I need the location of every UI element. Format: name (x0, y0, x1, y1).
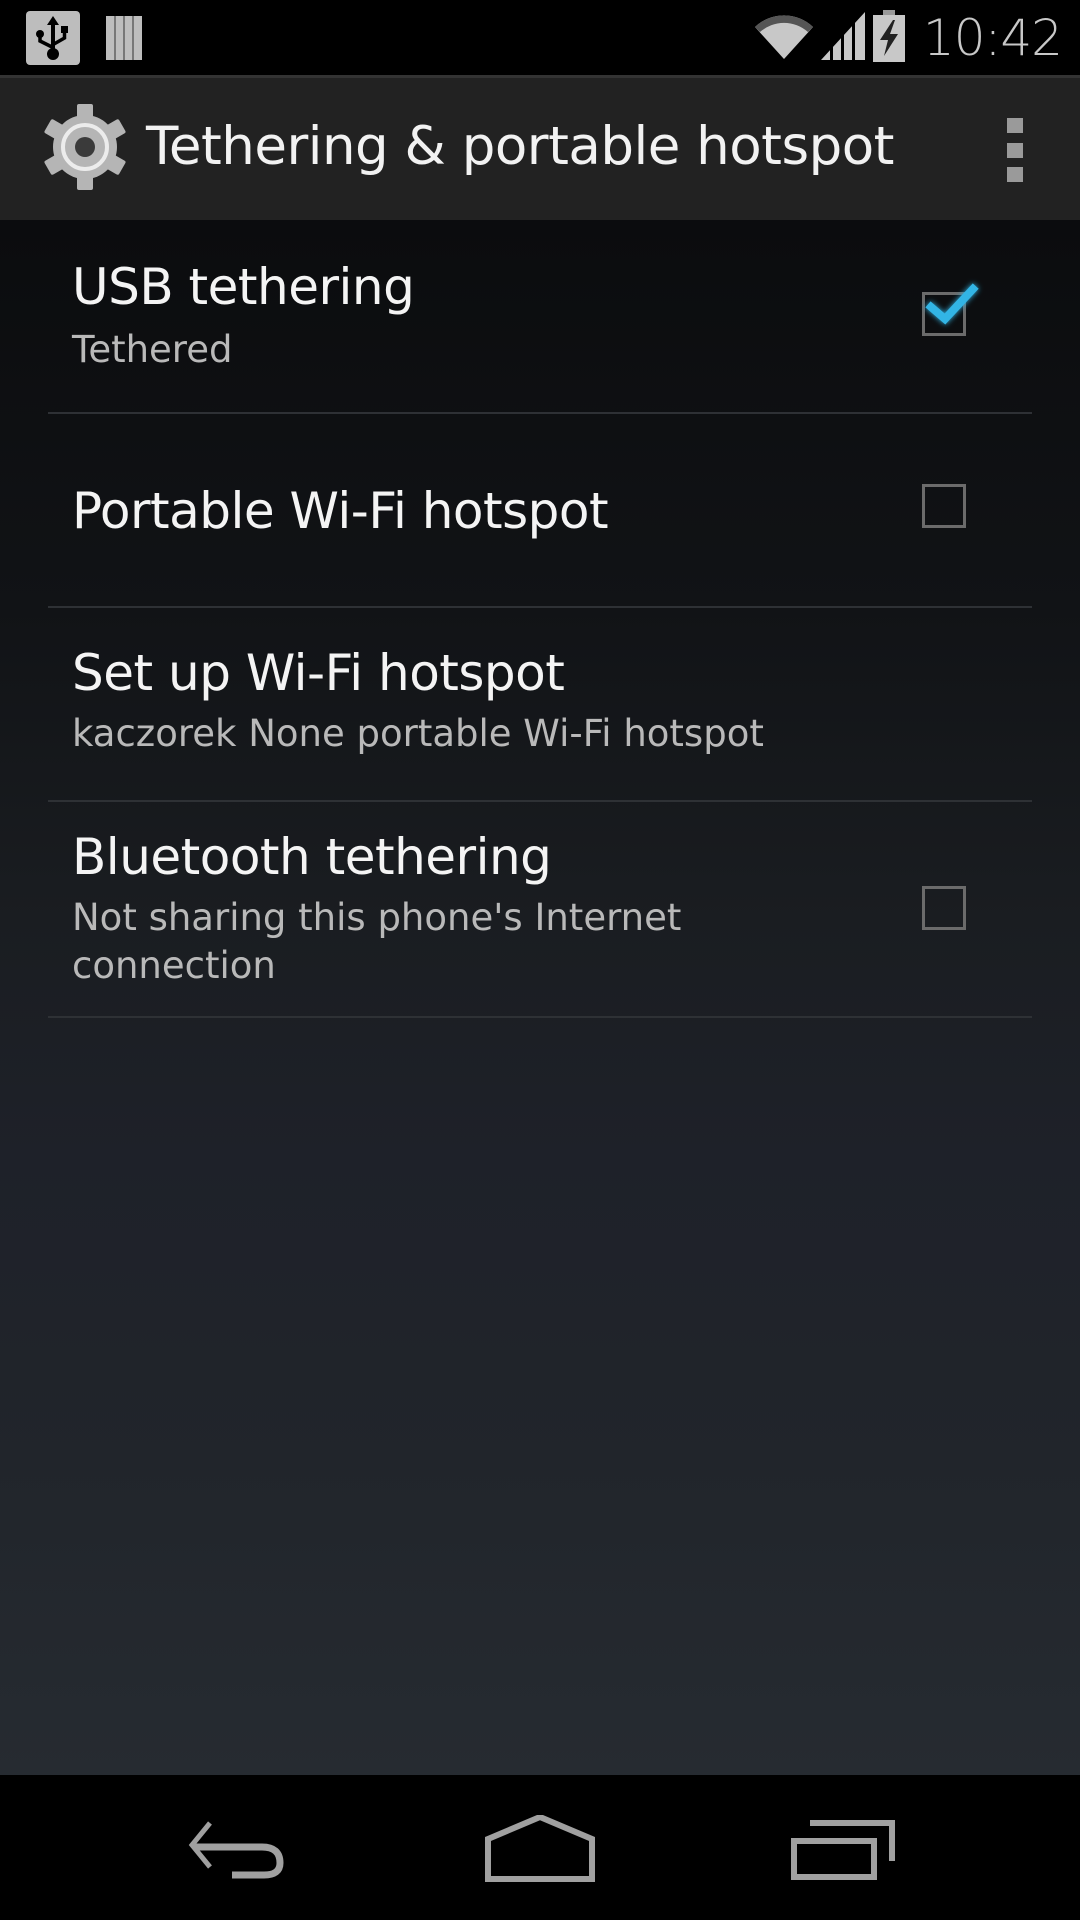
preference-list: USB tethering Tethered Portable Wi-Fi ho… (0, 220, 1080, 1775)
pref-bluetooth-tethering[interactable]: Bluetooth tethering Not sharing this pho… (48, 800, 1032, 1018)
navigation-bar (0, 1775, 1080, 1920)
usb-icon (26, 11, 80, 65)
wifi-signal-icon (754, 13, 813, 64)
cell-signal-icon (820, 11, 865, 65)
checkmark-icon (925, 283, 979, 325)
pref-summary: Not sharing this phone's Internet connec… (72, 896, 682, 987)
portable-hotspot-checkbox[interactable] (922, 484, 966, 528)
page-title: Tethering & portable hotspot (146, 116, 894, 177)
pref-summary: Tethered (72, 328, 233, 371)
pref-title: Portable Wi-Fi hotspot (72, 482, 609, 540)
home-button[interactable] (480, 1813, 600, 1885)
sd-card-icon (106, 12, 142, 65)
notification-icons (26, 11, 142, 65)
pref-title: Bluetooth tethering (72, 828, 552, 886)
recent-apps-icon (791, 1820, 895, 1880)
pref-portable-wifi-hotspot[interactable]: Portable Wi-Fi hotspot (48, 412, 1032, 608)
status-bar[interactable]: 10:42 (0, 0, 1080, 75)
action-bar: Tethering & portable hotspot (0, 75, 1080, 220)
overflow-menu-icon[interactable] (1000, 118, 1030, 182)
usb-tethering-checkbox[interactable] (922, 283, 979, 336)
pref-usb-tethering[interactable]: USB tethering Tethered (48, 220, 1032, 414)
pref-title: USB tethering (72, 258, 415, 316)
home-icon (485, 1813, 595, 1882)
pref-title: Set up Wi-Fi hotspot (72, 644, 565, 702)
recent-apps-button[interactable] (780, 1815, 900, 1885)
back-button[interactable] (180, 1815, 300, 1885)
battery-charging-icon (872, 9, 905, 67)
pref-setup-wifi-hotspot[interactable]: Set up Wi-Fi hotspot kaczorek None porta… (48, 606, 1032, 802)
clock: 10:42 (922, 9, 1063, 67)
settings-gear-icon[interactable] (40, 102, 130, 192)
status-indicators: 10:42 (754, 6, 1063, 70)
bluetooth-tethering-checkbox[interactable] (922, 886, 966, 930)
pref-summary: kaczorek None portable Wi-Fi hotspot (72, 712, 764, 755)
back-icon (188, 1821, 284, 1879)
